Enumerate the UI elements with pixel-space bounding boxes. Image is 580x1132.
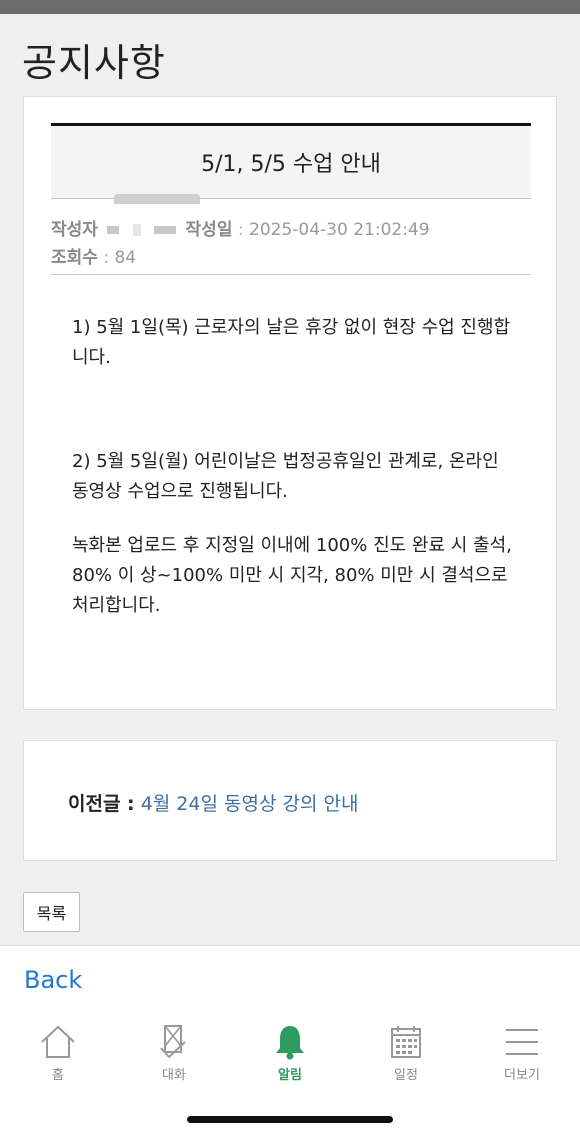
tab-chat-label: 대화	[162, 1068, 186, 1083]
list-button[interactable]: 목록	[23, 892, 80, 932]
meta-row-views: 조회수 : 84	[51, 243, 136, 268]
bell-icon	[276, 1026, 304, 1060]
tab-home-label: 홈	[52, 1068, 64, 1083]
header-tab-decoration	[114, 194, 200, 204]
tab-schedule[interactable]: 일정	[348, 1016, 464, 1096]
home-icon	[41, 1025, 75, 1058]
views-separator: :	[103, 248, 110, 268]
page-title: 공지사항	[22, 41, 166, 85]
views-value: 84	[114, 248, 137, 268]
meta-row-author-date: 작성자 작성일 : 2025-04-30 21:02:49	[51, 215, 430, 240]
tab-more[interactable]: 더보기	[464, 1016, 580, 1096]
tab-alerts[interactable]: 알림	[232, 1016, 348, 1096]
calendar-icon	[391, 1026, 421, 1058]
home-indicator	[187, 1116, 393, 1123]
back-button[interactable]: Back	[24, 966, 82, 994]
bottom-area: Back 홈 대화 알림 일정 더보기	[0, 945, 580, 1132]
notice-card: 5/1, 5/5 수업 안내 작성자 작성일 : 2025-04-30 21:0…	[23, 96, 557, 710]
author-label: 작성자	[51, 220, 98, 240]
body-paragraph-2: 2) 5월 5일(월) 어린이날은 법정공휴일인 관계로, 온라인 동영상 수업…	[72, 451, 499, 502]
views-label: 조회수	[51, 248, 98, 268]
menu-icon	[506, 1029, 538, 1055]
tab-bar: 홈 대화 알림 일정 더보기	[0, 1016, 580, 1096]
tab-home[interactable]: 홈	[0, 1016, 116, 1096]
tab-more-label: 더보기	[504, 1068, 540, 1083]
prev-post-card: 이전글 : 4월 24일 동영상 강의 안내	[23, 740, 557, 861]
body-paragraph-1: 1) 5월 1일(목) 근로자의 날은 휴강 없이 현장 수업 진행합니다.	[72, 317, 511, 368]
prev-post-row: 이전글 : 4월 24일 동영상 강의 안내	[68, 789, 358, 816]
notice-meta: 작성자 작성일 : 2025-04-30 21:02:49 조회수 : 84	[51, 213, 531, 275]
redacted-author	[154, 226, 177, 234]
prev-post-label: 이전글 :	[68, 793, 135, 815]
tab-alerts-label: 알림	[278, 1068, 302, 1083]
status-bar	[0, 0, 580, 14]
body-paragraph-3: 녹화본 업로드 후 지정일 이내에 100% 진도 완료 시 출석, 80% 이…	[72, 535, 512, 616]
date-separator: :	[237, 220, 244, 240]
prev-post-link[interactable]: 4월 24일 동영상 강의 안내	[141, 793, 359, 815]
redacted-author	[107, 226, 120, 234]
redacted-author	[132, 224, 141, 236]
notice-header: 5/1, 5/5 수업 안내	[51, 123, 531, 199]
date-label: 작성일	[185, 220, 233, 240]
date-value: 2025-04-30 21:02:49	[249, 220, 430, 240]
tab-chat[interactable]: 대화	[116, 1016, 232, 1096]
tab-schedule-label: 일정	[394, 1068, 418, 1083]
chat-icon	[160, 1025, 186, 1059]
notice-subject: 5/1, 5/5 수업 안내	[201, 152, 381, 177]
